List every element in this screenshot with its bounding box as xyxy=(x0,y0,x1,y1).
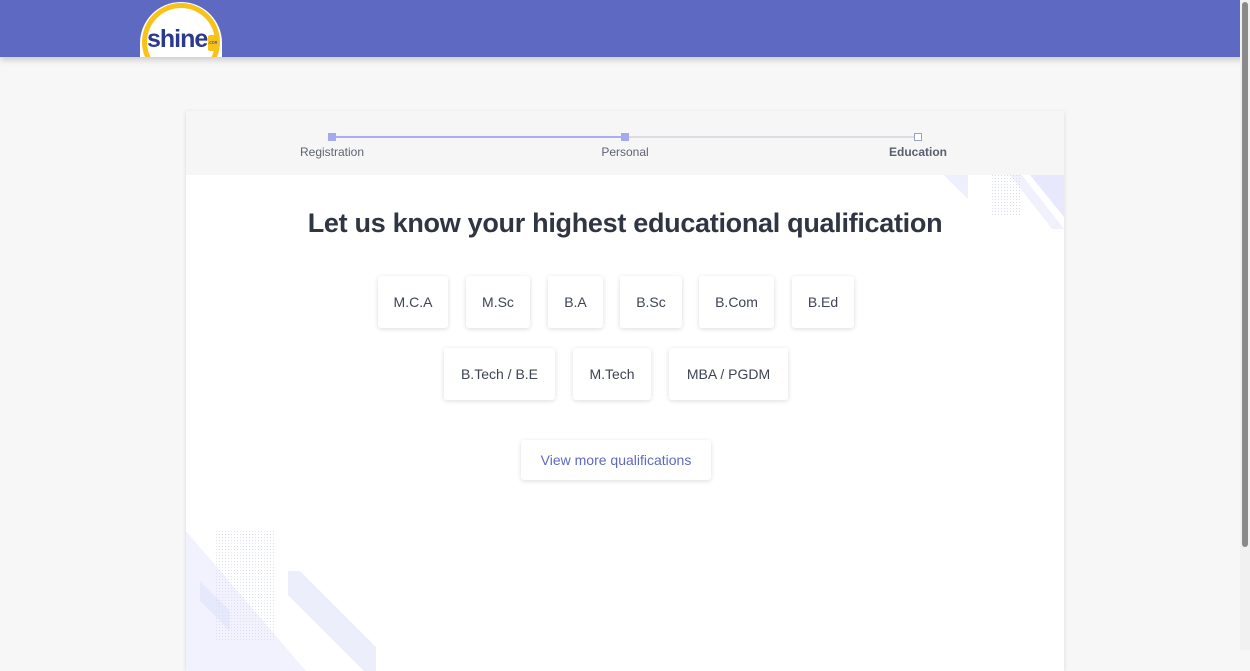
qualification-option-mtech[interactable]: M.Tech xyxy=(573,348,651,400)
logo-text: shine xyxy=(147,25,208,53)
scrollbar-thumb[interactable] xyxy=(1242,2,1248,547)
qualification-option-bed[interactable]: B.Ed xyxy=(792,276,854,328)
progress-stepper: Registration Personal Education xyxy=(186,111,1064,175)
qualification-option-mba[interactable]: MBA / PGDM xyxy=(669,348,788,400)
step-line-pending xyxy=(625,136,918,138)
qualification-option-bcom[interactable]: B.Com xyxy=(699,276,774,328)
step-label-education: Education xyxy=(888,145,948,159)
view-more-qualifications-button[interactable]: View more qualifications xyxy=(521,440,711,480)
step-line-completed xyxy=(332,136,625,138)
qualification-option-mca[interactable]: M.C.A xyxy=(378,276,448,328)
step-dot-registration xyxy=(328,133,336,141)
qualification-option-msc[interactable]: M.Sc xyxy=(466,276,530,328)
education-card: Registration Personal Education Let us k… xyxy=(186,111,1064,671)
page-scrollbar[interactable] xyxy=(1240,0,1250,650)
page-title: Let us know your highest educational qua… xyxy=(307,208,943,238)
step-label-registration: Registration xyxy=(299,145,365,159)
step-dot-personal xyxy=(621,133,629,141)
shine-logo[interactable]: shine .com xyxy=(140,2,222,57)
logo-suffix: .com xyxy=(208,35,217,51)
qualification-option-ba[interactable]: B.A xyxy=(548,276,603,328)
top-header: shine .com xyxy=(0,0,1250,57)
qualification-option-bsc[interactable]: B.Sc xyxy=(620,276,682,328)
qualification-option-btech[interactable]: B.Tech / B.E xyxy=(444,348,555,400)
decorative-pattern-bottom-left xyxy=(186,531,376,671)
step-label-personal: Personal xyxy=(601,145,649,159)
step-dot-education xyxy=(914,133,922,141)
